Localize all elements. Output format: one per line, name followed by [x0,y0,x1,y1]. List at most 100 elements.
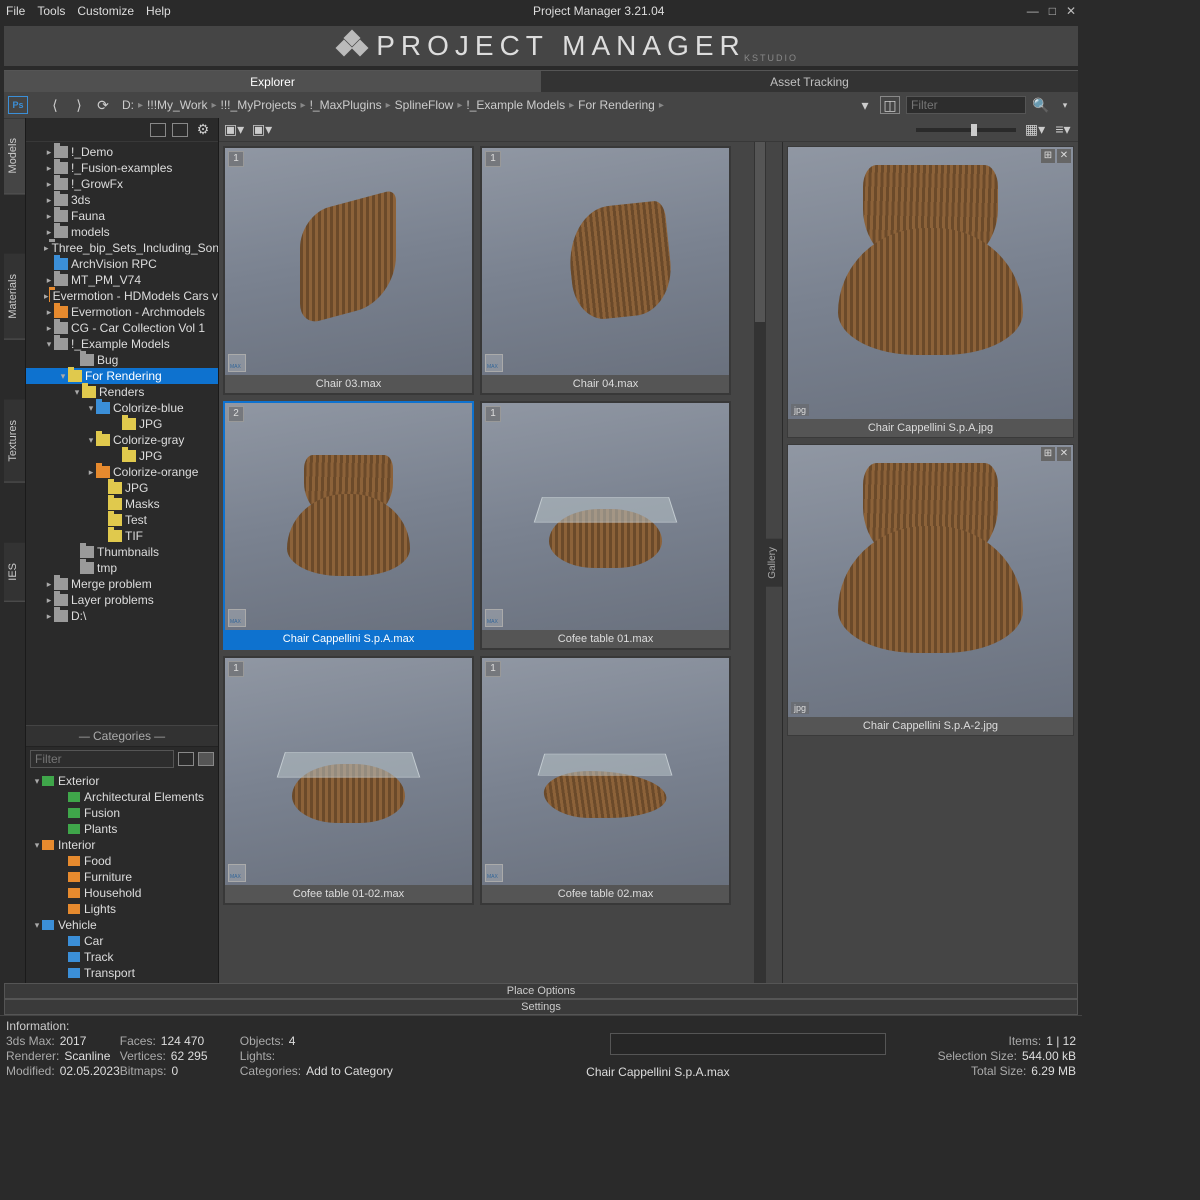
sidetab-materials[interactable]: Materials [4,254,25,340]
expand-icon[interactable] [44,336,54,352]
category-item[interactable]: Vehicle [26,917,218,933]
category-item[interactable]: Food [26,853,218,869]
cat-btn2-icon[interactable] [198,752,214,766]
breadcrumb-segment[interactable]: !_Example Models [462,98,569,112]
nav-forward-icon[interactable]: ⟩ [70,96,88,114]
category-item[interactable]: Architectural Elements [26,789,218,805]
sort-icon[interactable]: ≡▾ [1054,121,1072,139]
grid-view-icon[interactable]: ▦▾ [1026,121,1044,139]
thumbnail[interactable]: 2Chair Cappellini S.p.A.max [223,401,474,650]
menu-customize[interactable]: Customize [77,4,134,18]
tree-item[interactable]: JPG [26,448,218,464]
tree-item[interactable]: Colorize-blue [26,400,218,416]
category-item[interactable]: Exterior [26,773,218,789]
expand-icon[interactable] [44,320,54,336]
thumbnail[interactable]: 1Cofee table 01.max [480,401,731,650]
close-icon[interactable]: ✕ [1057,447,1071,461]
menu-tools[interactable]: Tools [37,4,65,18]
gear-icon[interactable]: ⚙ [194,121,212,139]
tree-item[interactable]: Evermotion - Archmodels [26,304,218,320]
expand-icon[interactable] [72,384,82,400]
category-item[interactable]: Household [26,885,218,901]
thumbnail[interactable]: 1Cofee table 02.max [480,656,731,905]
tree-item[interactable]: Merge problem [26,576,218,592]
minimize-icon[interactable]: — [1027,4,1039,18]
gallery-thumbnail[interactable]: ⊞✕jpgChair Cappellini S.p.A.jpg [787,146,1074,438]
breadcrumb-segment[interactable]: SplineFlow [391,98,458,112]
tree-item[interactable]: JPG [26,416,218,432]
category-item[interactable]: Fusion [26,805,218,821]
expand-icon[interactable] [44,240,49,256]
tree-item[interactable]: !_Example Models [26,336,218,352]
tree-item[interactable]: !_GrowFx [26,176,218,192]
expand-icon[interactable] [44,224,54,240]
nav-back-icon[interactable]: ⟨ [46,96,64,114]
expand-icon[interactable] [44,576,54,592]
tree-item[interactable]: Three_bip_Sets_Including_Son [26,240,218,256]
expand-icon[interactable] [32,917,42,933]
tree-item[interactable]: TIF [26,528,218,544]
expand-icon[interactable] [44,592,54,608]
tab-asset-tracking[interactable]: Asset Tracking [541,70,1078,92]
search-dropdown-icon[interactable]: ▾ [1056,96,1074,114]
tree-item[interactable]: For Rendering [26,368,218,384]
tree-item[interactable]: Evermotion - HDModels Cars v [26,288,218,304]
breadcrumb-segment[interactable]: !!!_MyProjects [217,98,301,112]
ps-icon[interactable]: Ps [8,96,28,114]
expand-icon[interactable] [86,400,96,416]
expand-icon[interactable] [32,837,42,853]
category-item[interactable]: Plants [26,821,218,837]
grid-scrollbar[interactable] [754,142,766,983]
menu-help[interactable]: Help [146,4,171,18]
category-item[interactable]: Transport [26,965,218,981]
tree-item[interactable]: Colorize-gray [26,432,218,448]
expand-icon[interactable] [44,160,54,176]
category-item[interactable]: Lights [26,901,218,917]
gallery-thumbnail[interactable]: ⊞✕jpgChair Cappellini S.p.A-2.jpg [787,444,1074,736]
expand-icon[interactable] [44,176,54,192]
tree-item[interactable]: Bug [26,352,218,368]
search-icon[interactable]: 🔍 [1032,96,1050,114]
expand-icon[interactable] [44,192,54,208]
tree-item[interactable]: Layer problems [26,592,218,608]
expand-icon[interactable] [44,144,54,160]
tree-item[interactable]: tmp [26,560,218,576]
panel-layout1-icon[interactable] [150,123,166,137]
tree-item[interactable]: Colorize-orange [26,464,218,480]
expand-icon[interactable] [44,272,54,288]
filter-input[interactable] [906,96,1026,114]
refresh-icon[interactable]: ⟳ [94,96,112,114]
maximize-icon[interactable]: □ [1049,4,1056,18]
place-options-bar[interactable]: Place Options [4,983,1078,999]
tree-item[interactable]: models [26,224,218,240]
tab-explorer[interactable]: Explorer [4,70,541,92]
tree-item[interactable]: Renders [26,384,218,400]
expand-icon[interactable] [44,608,54,624]
cube-add-icon[interactable]: ▣▾ [225,121,243,139]
tree-item[interactable]: 3ds [26,192,218,208]
close-icon[interactable]: ✕ [1066,4,1076,18]
breadcrumb-segment[interactable]: For Rendering [574,98,659,112]
grid-icon[interactable]: ⊞ [1041,149,1055,163]
thumbnail[interactable]: 1Cofee table 01-02.max [223,656,474,905]
tree-item[interactable]: Fauna [26,208,218,224]
expand-icon[interactable] [32,773,42,789]
settings-bar[interactable]: Settings [4,999,1078,1015]
sidetab-textures[interactable]: Textures [4,400,25,483]
tree-item[interactable]: Thumbnails [26,544,218,560]
thumbnail[interactable]: 1Chair 03.max [223,146,474,395]
category-item[interactable]: Interior [26,837,218,853]
expand-icon[interactable] [44,304,54,320]
category-item[interactable]: Car [26,933,218,949]
sidetab-models[interactable]: Models [4,118,25,194]
gallery-tab[interactable]: Gallery [766,539,782,587]
tree-item[interactable]: ArchVision RPC [26,256,218,272]
category-filter-input[interactable] [30,750,174,768]
expand-icon[interactable] [86,432,96,448]
breadcrumb-segment[interactable]: D: [118,98,138,112]
tree-item[interactable]: Masks [26,496,218,512]
tree-item[interactable]: Test [26,512,218,528]
expand-icon[interactable] [58,368,68,384]
cube-icon[interactable]: ▣▾ [253,121,271,139]
view-mode-icon[interactable]: ◫ [880,96,900,114]
